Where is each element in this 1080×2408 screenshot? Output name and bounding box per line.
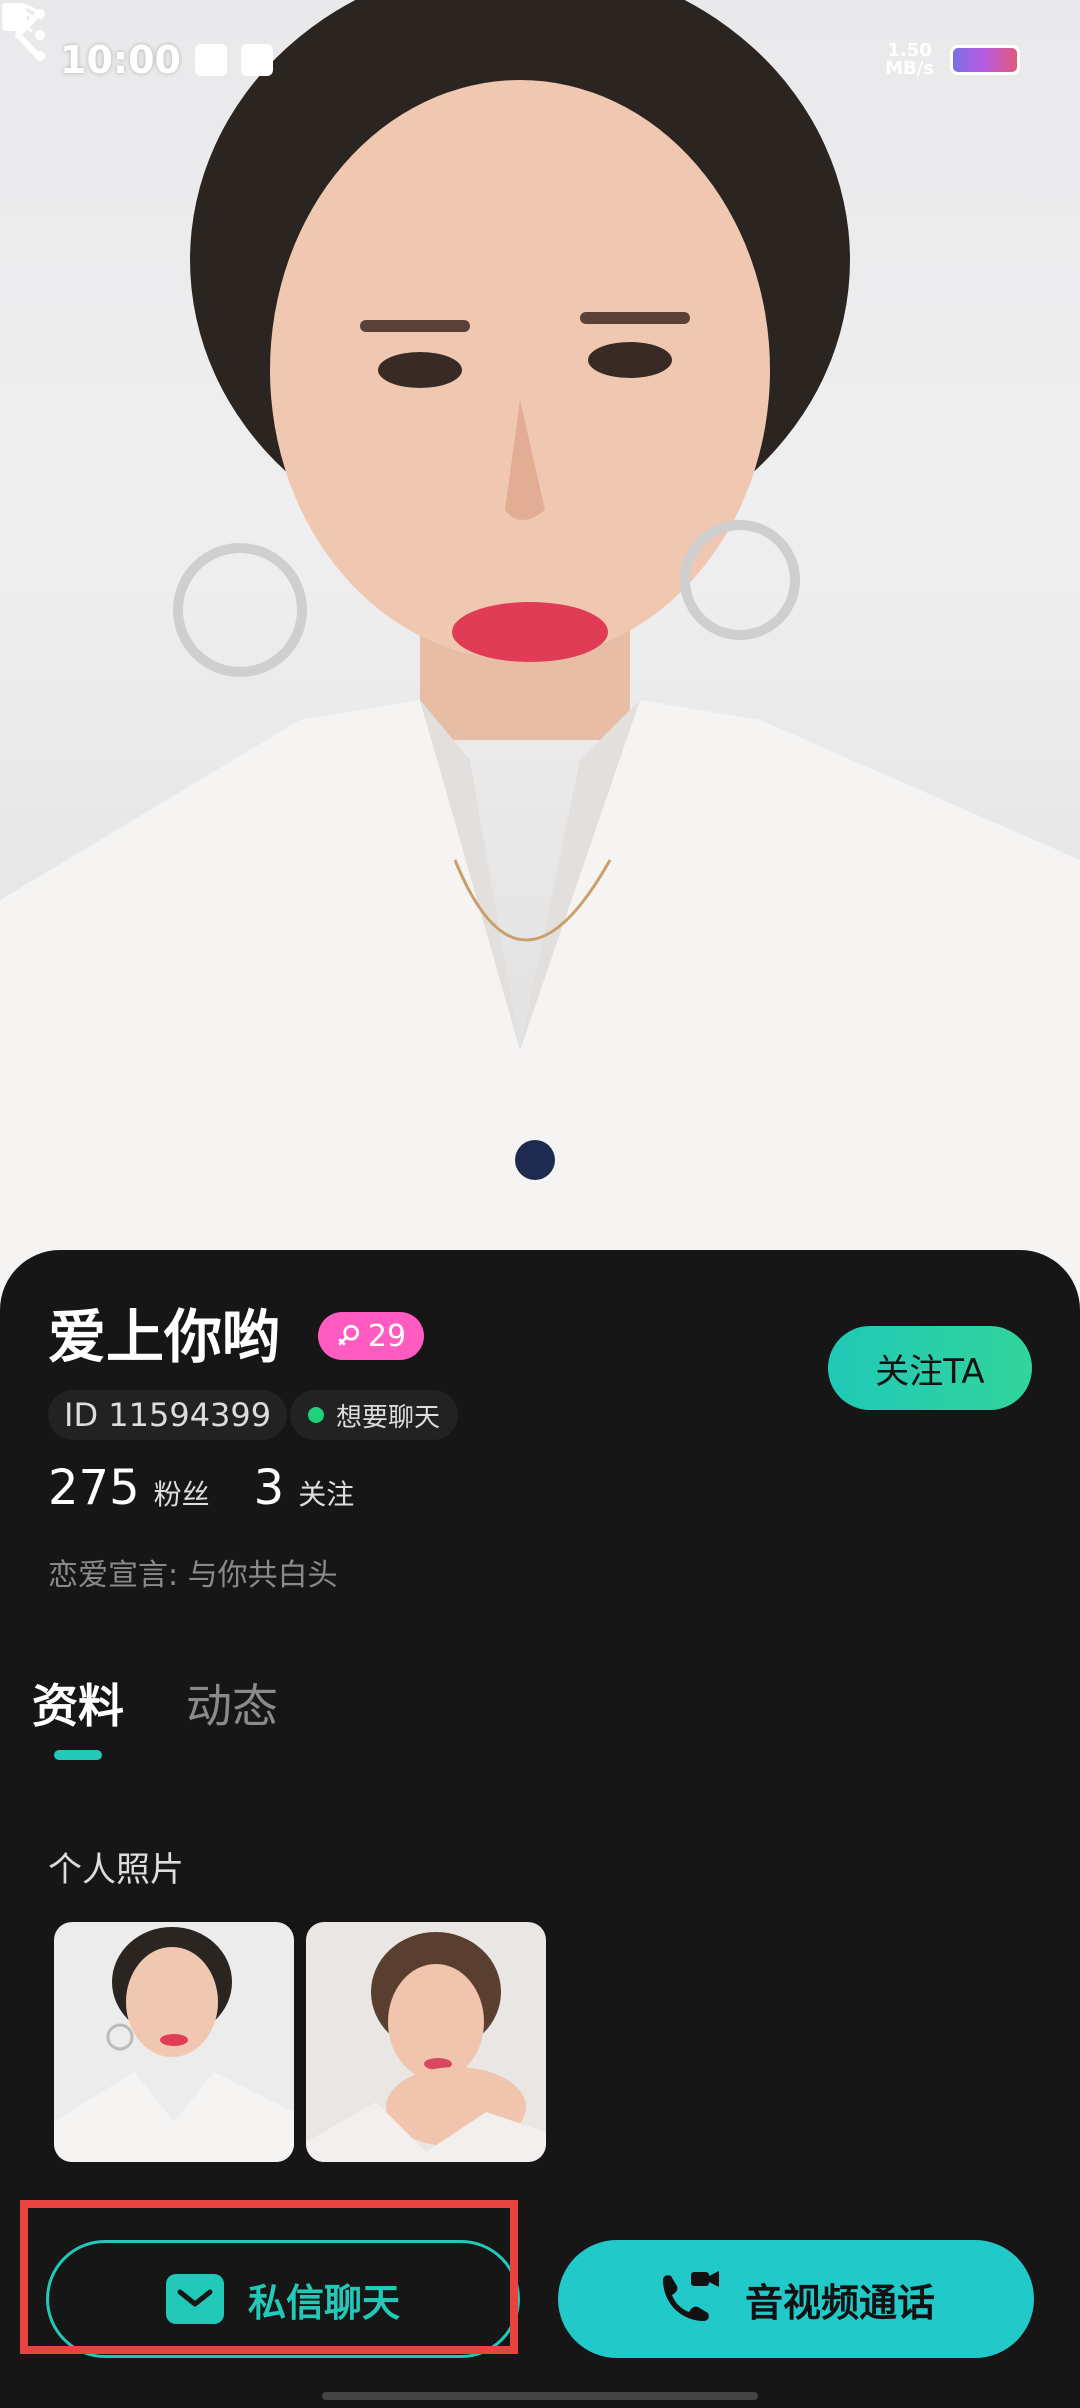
status-badge: 想要聊天	[290, 1390, 459, 1440]
personal-photo[interactable]	[306, 1922, 546, 2162]
love-declaration: 恋爱宣言: 与你共白头	[48, 1558, 338, 1593]
age-badge: 29	[318, 1312, 424, 1360]
female-icon	[338, 1324, 359, 1346]
age-value: 29	[367, 1318, 407, 1354]
profile-cover-photo[interactable]: 10:00 1.50 MB/s	[0, 0, 1080, 1310]
net-speed: 1.50 MB/s	[885, 40, 934, 79]
profile-name: 爱上你哟	[48, 1303, 281, 1371]
following-label[interactable]: 关注	[298, 1473, 354, 1513]
app-notification-icon	[240, 44, 273, 76]
following-count[interactable]: 3	[254, 1460, 285, 1516]
online-dot-icon	[308, 1407, 324, 1423]
status-time: 10:00	[60, 38, 181, 82]
fans-count[interactable]: 275	[48, 1460, 140, 1516]
video-call-label: 音视频通话	[744, 2280, 935, 2325]
status-bar: 10:00 1.50 MB/s	[0, 0, 1080, 120]
tab-moments[interactable]: 动态	[186, 1670, 278, 1736]
profile-tabs: 资料 动态	[32, 1670, 278, 1736]
notification-icon	[194, 44, 227, 76]
follow-button[interactable]: 关注TA	[828, 1326, 1032, 1410]
personal-photo[interactable]	[54, 1922, 294, 2162]
video-call-button[interactable]: 音视频通话	[558, 2240, 1034, 2358]
status-text: 想要聊天	[336, 1402, 441, 1433]
photos-section-title: 个人照片	[48, 1850, 184, 1890]
home-indicator[interactable]	[322, 2392, 758, 2400]
tab-profile[interactable]: 资料	[32, 1670, 124, 1736]
highlight-box	[20, 2200, 518, 2354]
active-tab-indicator	[54, 1750, 102, 1760]
more-vertical-icon[interactable]	[0, 0, 60, 70]
battery-icon	[950, 45, 1020, 75]
fans-label[interactable]: 粉丝	[154, 1473, 210, 1513]
video-call-icon	[662, 2271, 719, 2321]
stats: 275 粉丝 3 关注	[48, 1460, 384, 1516]
user-id: ID 11594399	[48, 1390, 288, 1440]
